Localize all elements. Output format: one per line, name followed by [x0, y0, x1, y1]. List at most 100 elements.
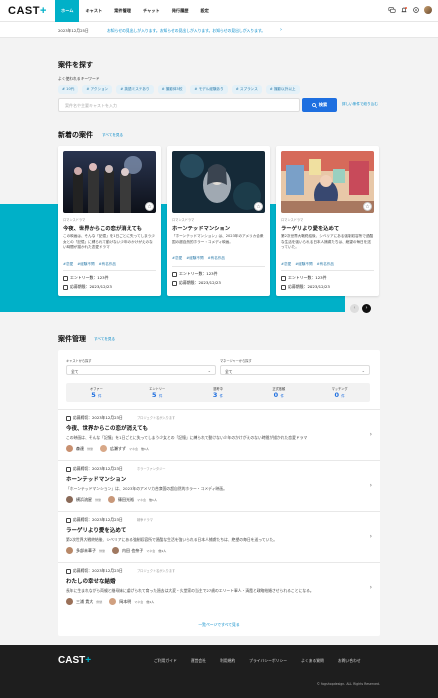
keyword-tag[interactable]: # 撮影以外以上 — [265, 85, 300, 94]
footer: CAST+ ご利用ガイド 運営会社 利用規約 プライバシーポリシー よくある質問… — [0, 645, 438, 698]
job-row[interactable]: 応募締切：2023年12月23日 プロジェクト名が入ります 今夜、世界からこの恋… — [58, 409, 380, 460]
stat-request[interactable]: 正式依頼 0 件 — [248, 383, 309, 402]
view-all-jobs-link[interactable]: 一覧ページですべて見る — [58, 622, 380, 628]
keyword-tag[interactable]: # 撮影体5校 — [157, 85, 187, 94]
row-category: ホラーファンタジー — [137, 467, 166, 471]
logo[interactable]: CAST+ — [8, 5, 47, 17]
footer-logo[interactable]: CAST+ — [58, 655, 91, 666]
avatar — [66, 496, 73, 503]
job-row[interactable]: 応募締切：2023年12月23日 戦争ドラマ ラーゲリより愛を込めて 第2次世界… — [58, 511, 380, 562]
job-row[interactable]: 応募締切：2023年12月23日 ホラーファンタジー ホーンテッドマンション 「… — [58, 460, 380, 511]
notice-bar[interactable]: 2023年12月25日 お知らせの見出しが入ります。お知らせの見出しが入ります。… — [0, 22, 438, 38]
settings-icon[interactable] — [412, 6, 420, 14]
document-icon — [63, 275, 68, 281]
job-card-tag[interactable]: #経験不問 — [77, 262, 94, 267]
stat-entry[interactable]: エントリー 5 件 — [127, 383, 188, 402]
chevron-down-icon: ⌄ — [361, 368, 365, 373]
search-input[interactable]: 案件名や主要キャストを入力 — [58, 98, 300, 112]
row-category: プロジェクト名が入ります — [137, 569, 176, 573]
chat-icon[interactable] — [388, 6, 396, 14]
carousel-prev-button[interactable]: ‹ — [350, 304, 359, 313]
carousel-next-button[interactable]: › — [362, 304, 371, 313]
nav-chat[interactable]: チャット — [137, 0, 166, 22]
person-name: 横浜流星 — [76, 496, 92, 502]
management-see-all[interactable]: すべてを見る — [94, 337, 115, 342]
job-row[interactable]: 応募締切：2023年12月23日 プロジェクト名が入ります わたしの幸せな結婚 … — [58, 562, 380, 613]
filter-manager-label: マネージャーから探す — [220, 359, 252, 363]
person-name: 内田 也奈子 — [122, 547, 144, 553]
footer-link-company[interactable]: 運営会社 — [191, 658, 206, 664]
row-desc: この映画は、そんな「記憶」を1日ごとに失ってしまう少女との「記憶」に縛られて動け… — [66, 435, 308, 440]
notice-arrow-icon[interactable]: › — [280, 27, 282, 33]
job-card[interactable]: ☆ ロマンスドラマ 今夜、世界からこの恋が消えても この映画は、そんな「記憶」を… — [58, 146, 161, 296]
chevron-right-icon[interactable]: › — [370, 533, 372, 540]
job-card-deadline: 応募期限：2023/12/23 — [179, 280, 221, 285]
row-deadline: 応募締切：2023年12月23日 — [73, 568, 123, 573]
job-card-tag[interactable]: #経験不問 — [186, 256, 203, 261]
filter-cast-select[interactable]: 全て ⌄ — [66, 365, 216, 375]
job-card-tag[interactable]: #有名作品 — [317, 262, 334, 267]
chevron-right-icon[interactable]: › — [370, 431, 372, 438]
job-card-image — [281, 151, 374, 213]
job-card-tag[interactable]: #恋愛 — [172, 256, 182, 261]
job-card-tag[interactable]: #恋愛 — [63, 262, 73, 267]
footer-link-contact[interactable]: お問い合わせ — [338, 658, 361, 664]
job-card-tag[interactable]: #経験不問 — [295, 262, 312, 267]
keyword-tag[interactable]: # 英語ミステあり — [116, 85, 154, 94]
footer-link-privacy[interactable]: プライバシーポリシー — [249, 658, 287, 664]
avatar — [66, 598, 73, 605]
document-icon — [172, 271, 177, 277]
job-card-category: ロマンスドラマ — [172, 218, 195, 222]
management-title: 案件管理 — [58, 335, 86, 343]
row-title: 今夜、世界からこの恋が消えても — [66, 426, 148, 432]
advanced-search-link[interactable]: 詳しい条件で絞り込む — [342, 102, 378, 107]
nav-history[interactable]: 発行履歴 — [166, 0, 195, 22]
others-count: 他1人 — [146, 599, 155, 604]
user-avatar[interactable] — [424, 6, 432, 14]
avatar — [100, 445, 108, 452]
stat-offer[interactable]: オファー 5 件 — [66, 383, 127, 402]
job-card-tag[interactable]: #恋愛 — [281, 262, 291, 267]
job-card[interactable]: ☆ ロマンスドラマ ホーンテッドマンション 「ホーンテッドマンション」は、202… — [167, 146, 270, 296]
footer-link-terms[interactable]: 利用規約 — [220, 658, 235, 664]
job-card-entries: エントリー数：123件 — [179, 271, 218, 276]
nav-home[interactable]: ホーム — [55, 0, 80, 22]
filter-manager-select[interactable]: 全て ⌄ — [220, 365, 370, 375]
keyword-tag[interactable]: # 10代 — [58, 85, 79, 94]
footer-link-guide[interactable]: ご利用ガイド — [154, 658, 177, 664]
job-card-category: ロマンスドラマ — [63, 218, 86, 222]
avatar — [112, 547, 120, 554]
stat-selection[interactable]: 選考中 3 件 — [188, 383, 249, 402]
search-button[interactable]: 検索 — [302, 98, 337, 112]
new-jobs-see-all[interactable]: すべてを見る — [102, 133, 123, 138]
nav-settings[interactable]: 設定 — [194, 0, 214, 22]
bell-icon[interactable] — [400, 6, 408, 14]
filter-cast-label: キャストから探す — [66, 359, 92, 363]
search-button-label: 検索 — [318, 102, 328, 107]
calendar-icon — [281, 284, 286, 290]
keyword-tag[interactable]: # アクション — [82, 85, 113, 94]
others-count: 他1人 — [158, 548, 167, 553]
chevron-right-icon[interactable]: › — [370, 584, 372, 591]
person-name: 森達 — [76, 445, 84, 451]
keyword-tag[interactable]: # モデル経験あり — [190, 85, 228, 94]
job-card-tag[interactable]: #有名作品 — [99, 262, 116, 267]
avatar — [109, 598, 117, 605]
favorite-icon[interactable]: ☆ — [254, 202, 263, 211]
chevron-right-icon[interactable]: › — [370, 482, 372, 489]
calendar-icon — [66, 568, 71, 574]
favorite-icon[interactable]: ☆ — [145, 202, 154, 211]
nav-job-management[interactable]: 案件管理 — [108, 0, 137, 22]
favorite-icon[interactable]: ☆ — [363, 202, 372, 211]
row-title: ホーンテッドマンション — [66, 477, 127, 483]
row-title: わたしの幸せな結婚 — [66, 579, 116, 585]
nav-cast[interactable]: キャスト — [79, 0, 108, 22]
job-card-category: ロマンスドラマ — [281, 218, 304, 222]
job-card[interactable]: ☆ ロマンスドラマ ラーゲリより愛を込めて 第2次世界大戦終結後、シベリアにある… — [276, 146, 379, 296]
footer-link-faq[interactable]: よくある質問 — [301, 658, 324, 664]
notice-message[interactable]: お知らせの見出しが入ります。お知らせの見出しが入ります。お知らせの見出しが入りま… — [107, 28, 265, 34]
keyword-tag[interactable]: # スプランス — [231, 85, 262, 94]
document-icon — [281, 275, 286, 281]
job-card-tag[interactable]: #有名作品 — [208, 256, 225, 261]
stat-matching[interactable]: マッチング 0 件 — [309, 383, 370, 402]
